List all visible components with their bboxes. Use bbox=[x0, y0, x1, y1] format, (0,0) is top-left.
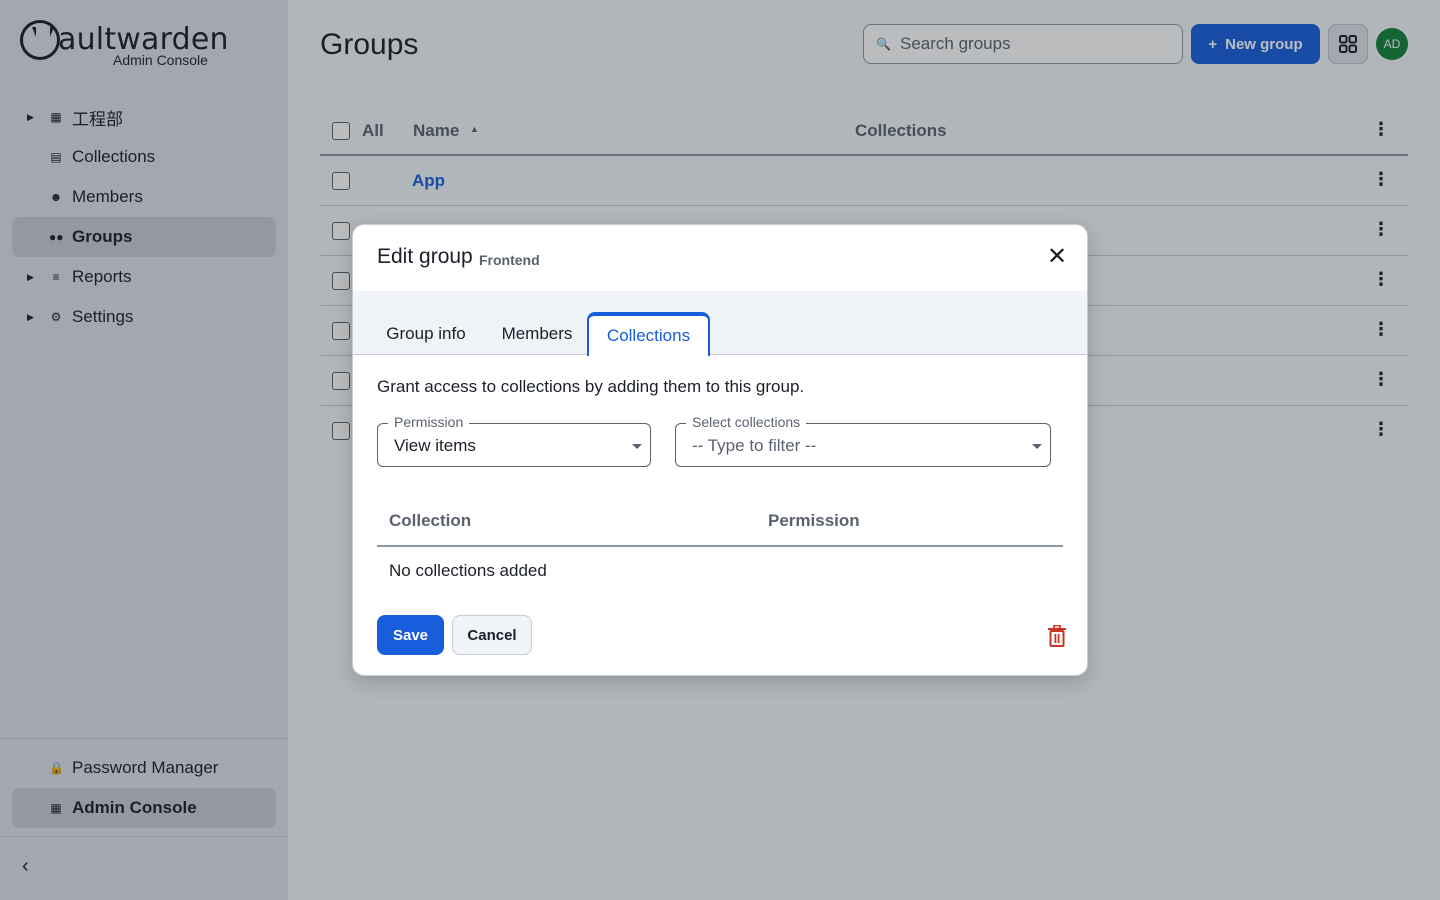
select-collections-placeholder: -- Type to filter -- bbox=[692, 436, 817, 455]
edit-group-dialog: Edit group Frontend ✕ Group info Members… bbox=[352, 224, 1088, 676]
delete-group-button[interactable] bbox=[1047, 624, 1067, 647]
permission-value: View items bbox=[394, 436, 476, 455]
collection-column-header: Collection bbox=[389, 511, 472, 530]
select-collections-label: Select collections bbox=[686, 414, 807, 430]
chevron-down-icon bbox=[632, 444, 642, 449]
dialog-tabs: Group info Members Collections bbox=[353, 291, 1087, 356]
dialog-title: Edit group bbox=[377, 245, 473, 268]
permission-label: Permission bbox=[388, 414, 470, 430]
collections-table-header: Collection Permission bbox=[377, 497, 1063, 547]
close-icon[interactable]: ✕ bbox=[1047, 245, 1067, 269]
empty-state-message: No collections added bbox=[389, 561, 547, 580]
permission-column-header: Permission bbox=[768, 511, 860, 530]
tab-members[interactable]: Members bbox=[487, 313, 587, 355]
permission-select[interactable]: Permission View items bbox=[377, 414, 651, 467]
save-button[interactable]: Save bbox=[377, 615, 444, 655]
chevron-down-icon bbox=[1032, 444, 1042, 449]
tab-collections[interactable]: Collections bbox=[587, 312, 710, 356]
trash-icon bbox=[1048, 624, 1066, 647]
tab-group-info[interactable]: Group info bbox=[373, 313, 479, 355]
select-collections-input[interactable]: Select collections -- Type to filter -- bbox=[675, 414, 1051, 467]
dialog-subtitle: Frontend bbox=[479, 252, 540, 268]
dialog-description: Grant access to collections by adding th… bbox=[377, 377, 805, 396]
cancel-button[interactable]: Cancel bbox=[452, 615, 532, 655]
